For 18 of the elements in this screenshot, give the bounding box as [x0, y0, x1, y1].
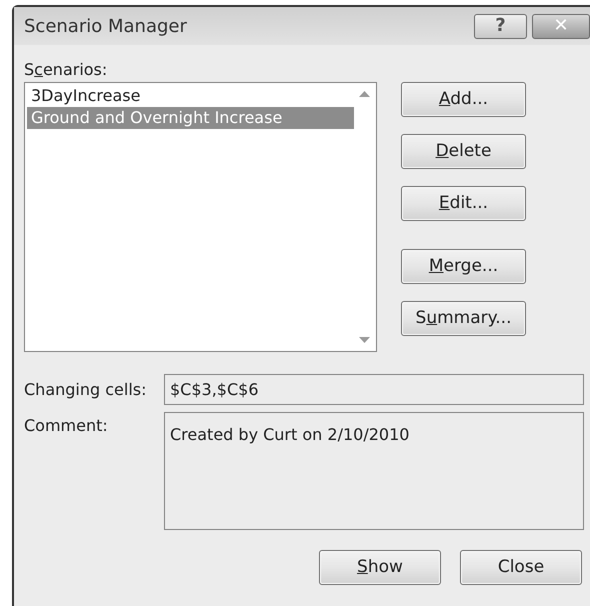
- help-button[interactable]: ?: [474, 14, 527, 38]
- scroll-down-icon[interactable]: [358, 337, 370, 343]
- comment-field[interactable]: Created by Curt on 2/10/2010: [164, 412, 584, 530]
- window-title: Scenario Manager: [24, 14, 188, 38]
- comment-label: Comment:: [24, 415, 109, 437]
- scroll-up-icon[interactable]: [358, 91, 370, 97]
- dialog-button[interactable]: Merge...: [401, 249, 526, 284]
- scenarios-label: Scenarios:: [24, 60, 108, 80]
- changing-cells-label: Changing cells:: [24, 378, 148, 400]
- scenario-list[interactable]: 3DayIncrease Ground and Overnight Increase: [24, 82, 377, 352]
- changing-cells-field[interactable]: $C$3,$C$6: [164, 374, 584, 405]
- dialog-button[interactable]: Show: [319, 550, 441, 585]
- scenario-item[interactable]: 3DayIncrease: [27, 85, 354, 107]
- dialog-button[interactable]: Add...: [401, 82, 526, 117]
- dialog-button[interactable]: Summary...: [401, 301, 526, 336]
- dialog-button[interactable]: Close: [460, 550, 582, 585]
- dialog-button[interactable]: Delete: [401, 134, 526, 169]
- dialog-button[interactable]: Edit...: [401, 186, 526, 221]
